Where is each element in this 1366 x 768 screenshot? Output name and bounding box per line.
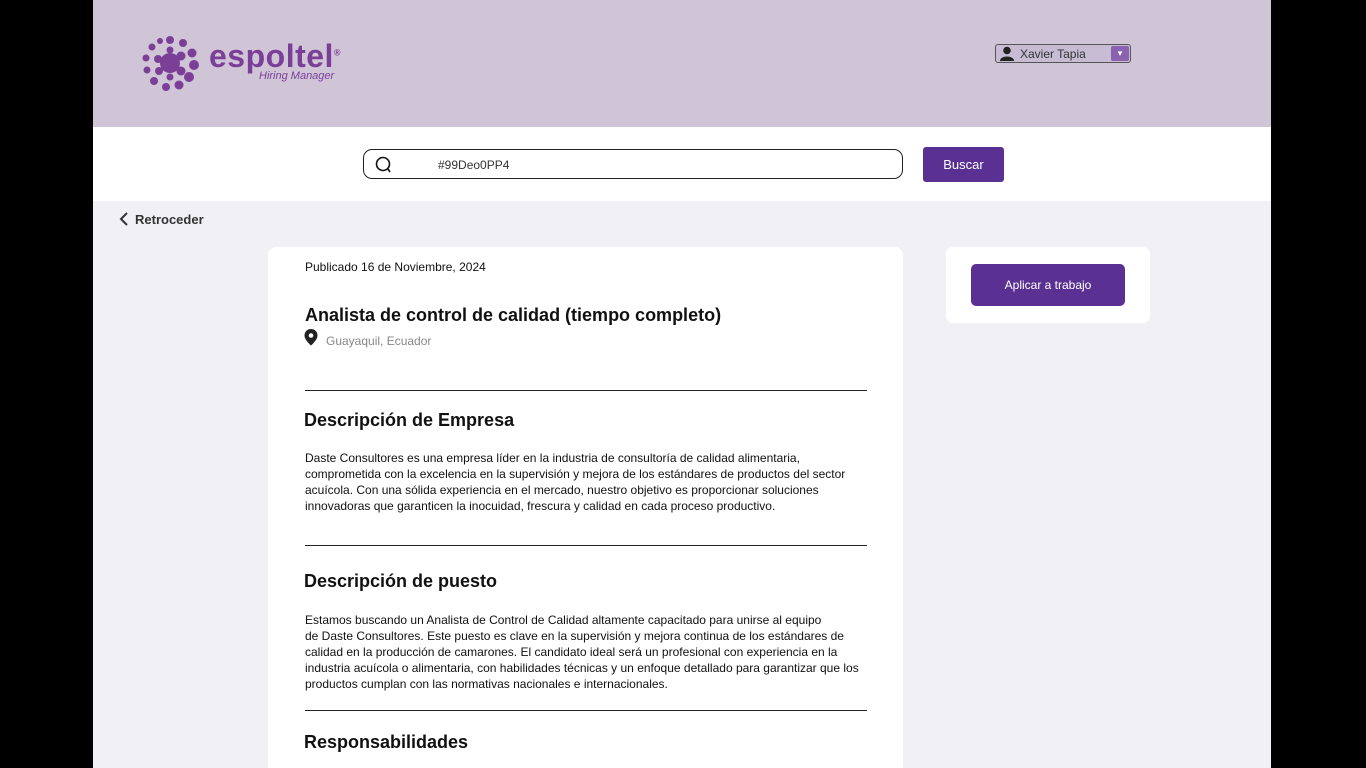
search-bar: Buscar	[93, 127, 1271, 201]
text-line: acuícola. Con una sólida experiencia en …	[305, 483, 819, 497]
chevron-down-icon[interactable]: ▾	[1111, 46, 1129, 61]
text-line: comprometida con la excelencia en la sup…	[305, 467, 846, 481]
user-menu-select[interactable]: Xavier Tapia ▾	[995, 44, 1131, 63]
section-body-empresa: Daste Consultores es una empresa líder e…	[305, 450, 865, 514]
section-title-puesto: Descripción de puesto	[304, 571, 498, 591]
brand-subtitle: Hiring Manager	[259, 70, 335, 82]
divider	[305, 545, 867, 546]
location-text: Guayaquil, Ecuador	[326, 334, 432, 348]
page: espoltel® Hiring Manager Xavier Tapia ▾ …	[93, 0, 1271, 768]
text-line: calidad en la producción de camarones. E…	[305, 645, 838, 659]
text-line: productos cumplan con las normativas nac…	[305, 677, 668, 691]
job-detail-card: Publicado 16 de Noviembre, 2024 Analista…	[268, 247, 903, 768]
job-title: Analista de control de calidad (tiempo c…	[305, 305, 722, 325]
apply-card: Aplicar a trabajo	[946, 247, 1150, 323]
text-line: innovadoras que garanticen la inocuidad,…	[305, 499, 776, 513]
section-body-puesto: Estamos buscando un Analista de Control …	[305, 612, 865, 692]
text-line: industria acuícola o alimentaria, con ha…	[305, 661, 859, 675]
apply-button[interactable]: Aplicar a trabajo	[971, 264, 1125, 306]
text-line: Daste Consultores es una empresa líder e…	[305, 451, 800, 465]
search-field[interactable]	[363, 149, 903, 179]
user-name: Xavier Tapia	[1020, 47, 1086, 61]
header: espoltel® Hiring Manager Xavier Tapia ▾	[93, 0, 1271, 127]
text-line: Estamos buscando un Analista de Control …	[305, 613, 822, 627]
search-input[interactable]	[436, 154, 840, 176]
section-title-responsabilidades: Responsabilidades	[304, 732, 469, 752]
published-date: Publicado 16 de Noviembre, 2024	[305, 260, 486, 274]
user-icon	[1000, 46, 1014, 61]
brand-logo[interactable]: espoltel® Hiring Manager	[139, 32, 349, 96]
brand-logo-icon	[142, 36, 199, 91]
chevron-left-icon	[119, 212, 128, 226]
back-label: Retroceder	[135, 212, 204, 227]
divider	[305, 710, 867, 711]
search-icon	[375, 156, 391, 173]
map-pin-icon	[304, 329, 318, 346]
section-title-empresa: Descripción de Empresa	[304, 410, 515, 430]
divider	[305, 390, 867, 391]
text-line: de Daste Consultores. Este puesto es cla…	[305, 629, 844, 643]
search-button[interactable]: Buscar	[923, 147, 1004, 182]
